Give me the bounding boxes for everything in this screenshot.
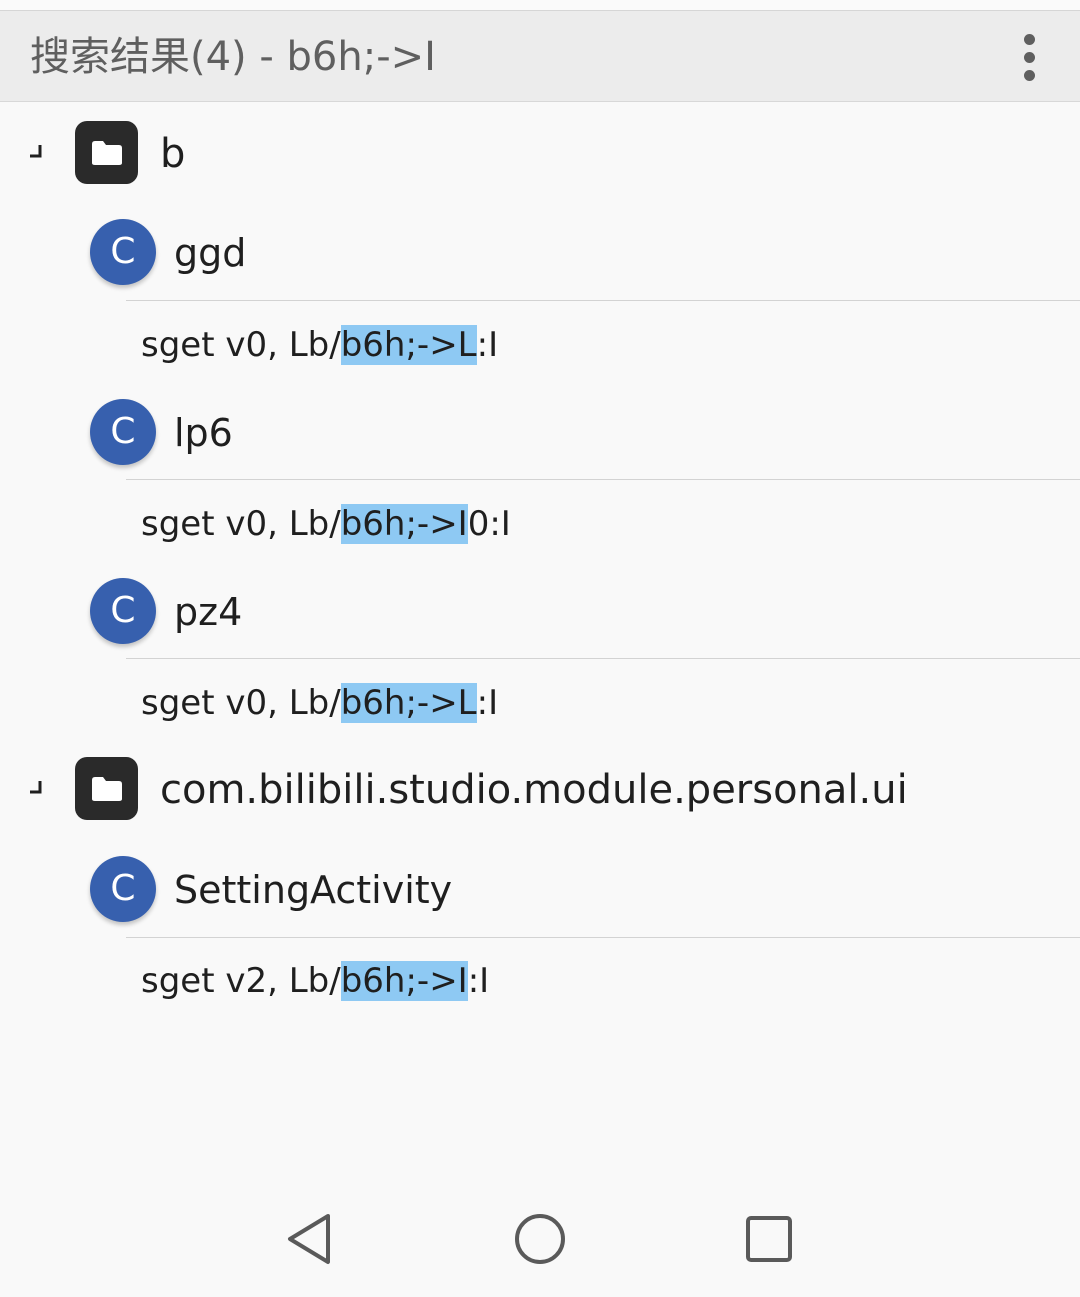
class-icon: C (90, 856, 156, 922)
home-circle-icon (515, 1213, 565, 1264)
class-label[interactable]: ggd (174, 228, 246, 278)
result-suffix: :I (476, 683, 499, 723)
page-title: 搜索结果(4) - b6h;->I (30, 34, 436, 80)
collapse-toggle-icon[interactable] (27, 142, 47, 162)
class-label[interactable]: SettingActivity (174, 865, 452, 915)
result-suffix: :I (467, 961, 490, 1001)
system-navigation-bar (0, 1180, 1080, 1297)
search-result-line[interactable]: sget v0, Lb/b6h;->I0:I (141, 500, 511, 548)
divider (126, 658, 1080, 659)
more-vert-dot (1023, 51, 1035, 63)
recents-square-icon (746, 1215, 792, 1262)
result-suffix: :I (476, 325, 499, 365)
back-button[interactable] (264, 1180, 354, 1297)
class-label[interactable]: lp6 (174, 408, 233, 458)
divider (126, 937, 1080, 938)
divider (126, 300, 1080, 301)
search-result-line[interactable]: sget v0, Lb/b6h;->L:I (141, 321, 498, 369)
folder-icon (75, 757, 138, 820)
package-label[interactable]: b (160, 129, 185, 179)
result-match-highlight: b6h;->I (340, 961, 468, 1001)
collapse-toggle-icon[interactable] (27, 778, 47, 798)
result-suffix: 0:I (467, 504, 511, 544)
home-button[interactable] (495, 1180, 585, 1297)
search-result-line[interactable]: sget v2, Lb/b6h;->I:I (141, 957, 489, 1005)
app-bar: 搜索结果(4) - b6h;->I (0, 11, 1080, 102)
divider (126, 479, 1080, 480)
status-bar-strip (0, 0, 1080, 11)
result-match-highlight: b6h;->L (340, 325, 477, 365)
class-icon: C (90, 578, 156, 644)
folder-icon (75, 121, 138, 184)
more-options-button[interactable] (1004, 31, 1054, 83)
package-label[interactable]: com.bilibili.studio.module.personal.ui (160, 765, 908, 815)
result-prefix: sget v0, Lb/ (141, 683, 341, 723)
more-vert-icon (1023, 33, 1035, 45)
result-match-highlight: b6h;->I (340, 504, 468, 544)
result-prefix: sget v2, Lb/ (141, 961, 341, 1001)
result-match-highlight: b6h;->L (340, 683, 477, 723)
search-result-line[interactable]: sget v0, Lb/b6h;->L:I (141, 679, 498, 727)
class-label[interactable]: pz4 (174, 587, 242, 637)
class-icon: C (90, 219, 156, 285)
class-icon: C (90, 399, 156, 465)
result-prefix: sget v0, Lb/ (141, 504, 341, 544)
back-triangle-icon (288, 1213, 330, 1264)
more-vert-dot (1023, 69, 1035, 81)
recents-button[interactable] (724, 1180, 814, 1297)
result-prefix: sget v0, Lb/ (141, 325, 341, 365)
